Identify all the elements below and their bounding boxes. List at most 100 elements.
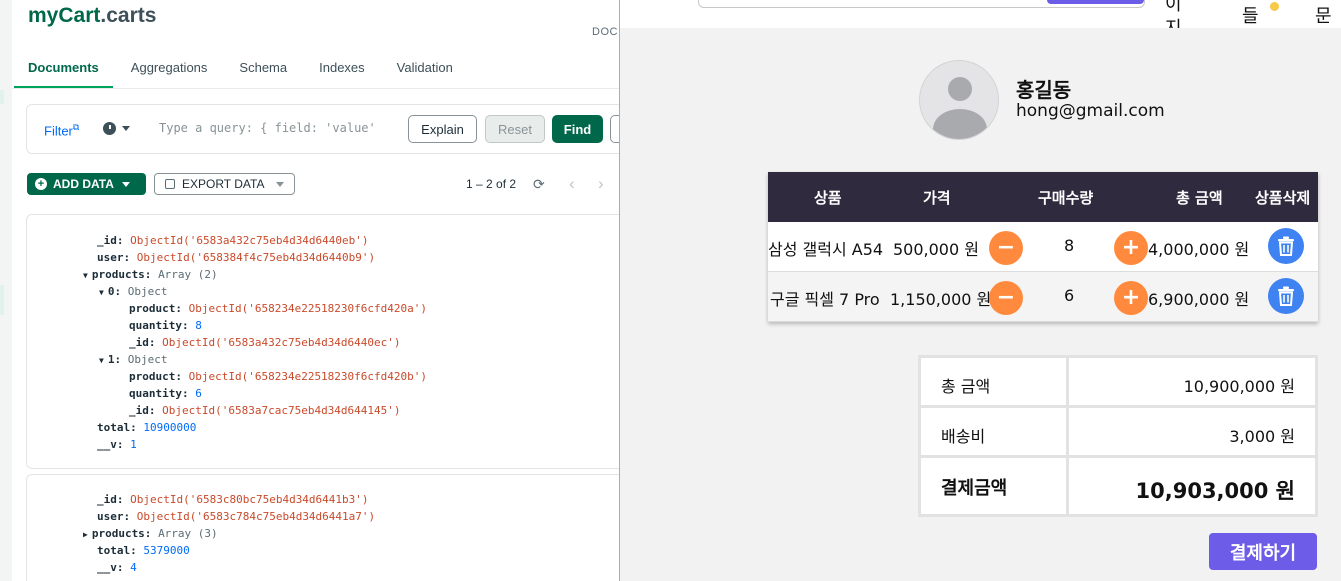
plus-icon: + — [35, 178, 47, 190]
user-email: hong@gmail.com — [1016, 101, 1165, 121]
chevron-down-icon — [276, 181, 285, 187]
pagination-label: 1 – 2 of 2 — [466, 177, 517, 191]
increase-qty-button[interactable]: + — [1114, 281, 1148, 315]
external-link-icon: ⧉ — [72, 122, 80, 132]
row-product: 구글 픽셀 7 Pro — [770, 290, 880, 309]
cart-row: 삼성 갤럭시 A54 500,000 원 − 8 + 4,000,000 원 — [768, 222, 1318, 272]
avatar-body — [933, 109, 987, 139]
nav-badge-icon — [1270, 2, 1279, 11]
filter-bar: Filter⧉ Type a query: { field: 'value' E… — [26, 104, 620, 154]
decrease-qty-button[interactable]: − — [989, 231, 1023, 265]
top-nav: 이 지 들 문 — [620, 0, 1341, 39]
collection-name: .carts — [100, 4, 157, 27]
header-price: 가격 — [923, 189, 951, 207]
caret-down-icon: ▼ — [99, 356, 104, 365]
tab-validation[interactable]: Validation — [397, 60, 453, 89]
query-input[interactable]: Type a query: { field: 'value' — [159, 121, 399, 135]
summary-row-shipping: 배송비 3,000 원 — [921, 408, 1315, 458]
document-card[interactable]: _id: ObjectId('6583a432c75eb4d34d6440eb'… — [26, 214, 620, 469]
caret-right-icon: ▶ — [83, 530, 88, 539]
doc-field-product: product: ObjectId('658234e22518230f6cfd4… — [129, 302, 428, 315]
query-history-icon[interactable] — [103, 122, 116, 135]
next-page-icon[interactable]: › — [598, 174, 604, 194]
tab-schema[interactable]: Schema — [239, 60, 287, 89]
doc-field-id: _id: ObjectId('6583a432c75eb4d34d6440eb'… — [97, 234, 369, 247]
documents-count-label: DOC — [592, 26, 618, 38]
sidebar-edge-mark — [0, 90, 4, 104]
add-data-button[interactable]: + ADD DATA — [27, 173, 146, 195]
row-total: 4,000,000 원 — [1148, 240, 1250, 259]
cart-table-header: 상품 가격 구매수량 총 금액 상품삭제 — [768, 172, 1318, 222]
tabs-divider — [12, 88, 620, 89]
checkout-button[interactable]: 결제하기 — [1209, 533, 1317, 570]
nav-text-fragment[interactable]: 들 — [1242, 2, 1259, 28]
summary-label: 총 금액 — [941, 377, 991, 396]
doc-field-item0[interactable]: ▼ 0: Object — [99, 285, 167, 298]
delete-item-button[interactable] — [1268, 278, 1304, 314]
caret-down-icon: ▼ — [99, 288, 104, 297]
row-quantity: 6 — [1064, 286, 1075, 305]
explain-button[interactable]: Explain — [408, 115, 477, 143]
row-total: 6,900,000 원 — [1148, 290, 1250, 309]
collection-tabs: Documents Aggregations Schema Indexes Va… — [14, 60, 485, 89]
summary-row-subtotal: 총 금액 10,900,000 원 — [921, 358, 1315, 408]
order-summary: 총 금액 10,900,000 원 배송비 3,000 원 결제금액 10,90… — [918, 355, 1318, 517]
summary-label: 결제금액 — [941, 478, 1008, 499]
filter-label: Filter — [44, 123, 73, 139]
add-data-label: ADD DATA — [53, 177, 114, 191]
doc-field-products[interactable]: ▶ products: Array (3) — [83, 527, 218, 540]
user-name: 홍길동 — [1016, 78, 1072, 102]
doc-field-item-id: _id: ObjectId('6583a432c75eb4d34d6440ec'… — [129, 336, 401, 349]
decrease-qty-button[interactable]: − — [989, 281, 1023, 315]
doc-field-item1[interactable]: ▼ 1: Object — [99, 353, 167, 366]
doc-field-id: _id: ObjectId('6583c80bc75eb4d34d6441b3'… — [97, 493, 369, 506]
summary-divider — [1066, 458, 1069, 514]
find-button[interactable]: Find — [552, 115, 603, 143]
chevron-down-icon[interactable] — [122, 126, 130, 131]
tab-aggregations[interactable]: Aggregations — [131, 60, 208, 89]
doc-field-version: __v: 1 — [97, 438, 137, 451]
trash-icon — [1278, 286, 1294, 306]
prev-page-icon[interactable]: ‹ — [569, 174, 575, 194]
doc-field-quantity: quantity: 8 — [129, 319, 202, 332]
avatar-head — [948, 77, 972, 101]
summary-value: 3,000 원 — [1229, 427, 1295, 446]
row-price: 1,150,000 원 — [890, 290, 992, 309]
header-product: 상품 — [814, 189, 842, 207]
cart-table: 상품 가격 구매수량 총 금액 상품삭제 삼성 갤럭시 A54 500,000 … — [768, 172, 1318, 322]
summary-label: 배송비 — [941, 427, 986, 446]
doc-field-quantity: quantity: 6 — [129, 387, 202, 400]
collection-title: myCart.carts — [28, 4, 156, 28]
row-product: 삼성 갤럭시 A54 — [768, 240, 884, 259]
summary-row-payment-total: 결제금액 10,903,000 원 — [921, 458, 1315, 514]
row-price: 500,000 원 — [893, 240, 979, 259]
doc-field-version: __v: 4 — [97, 561, 137, 574]
filter-link[interactable]: Filter⧉ — [44, 122, 79, 138]
tab-indexes[interactable]: Indexes — [319, 60, 365, 89]
doc-field-item-id: _id: ObjectId('6583a7cac75eb4d34d644145'… — [129, 404, 401, 417]
doc-field-products[interactable]: ▼ products: Array (2) — [83, 268, 218, 281]
doc-field-user: user: ObjectId('658384f4c75eb4d34d6440b9… — [97, 251, 376, 264]
summary-divider — [1066, 358, 1069, 405]
trash-icon — [1278, 236, 1294, 256]
document-card[interactable]: _id: ObjectId('6583c80bc75eb4d34d6441b3'… — [26, 474, 620, 581]
db-name: myCart — [28, 4, 101, 27]
header-total: 총 금액 — [1176, 189, 1223, 207]
summary-divider — [1066, 408, 1069, 455]
doc-field-total: total: 10900000 — [97, 421, 197, 434]
row-quantity: 8 — [1064, 236, 1075, 255]
header-delete: 상품삭제 — [1255, 189, 1311, 207]
avatar — [919, 60, 999, 140]
nav-text-fragment[interactable]: 문 — [1315, 2, 1332, 28]
search-button[interactable] — [1047, 0, 1144, 4]
reset-button[interactable]: Reset — [485, 115, 545, 143]
refresh-icon[interactable]: ⟳ — [533, 176, 545, 193]
increase-qty-button[interactable]: + — [1114, 231, 1148, 265]
cart-row: 구글 픽셀 7 Pro 1,150,000 원 − 6 + 6,900,000 … — [768, 272, 1318, 322]
doc-field-total: total: 5379000 — [97, 544, 190, 557]
export-data-button[interactable]: EXPORT DATA — [154, 173, 295, 195]
header-quantity: 구매수량 — [1038, 189, 1094, 207]
delete-item-button[interactable] — [1268, 228, 1304, 264]
tab-documents[interactable]: Documents — [14, 60, 113, 89]
summary-value: 10,900,000 원 — [1183, 377, 1295, 396]
